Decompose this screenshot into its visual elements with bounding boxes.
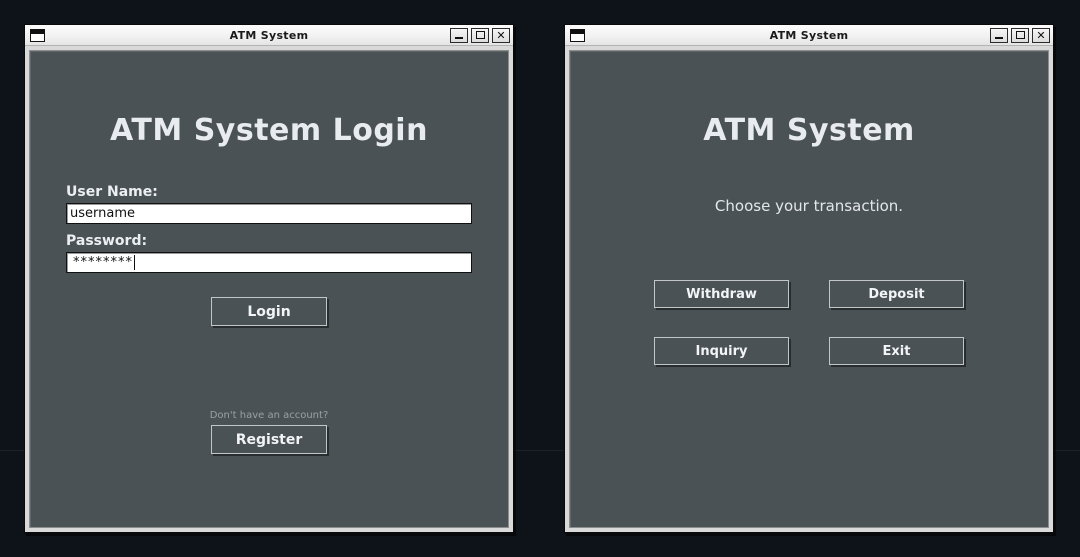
withdraw-button[interactable]: Withdraw: [654, 280, 789, 308]
register-section: Don't have an account? Register: [30, 410, 508, 454]
minimize-button[interactable]: [450, 27, 468, 43]
password-label: Password:: [66, 233, 148, 249]
close-icon: ✕: [496, 28, 506, 42]
inquiry-button[interactable]: Inquiry: [654, 337, 789, 365]
login-window-titlebar[interactable]: ATM System ✕: [25, 25, 513, 46]
minimize-icon: [455, 36, 463, 39]
login-form: User Name: username Password: ********: [30, 184, 508, 273]
login-client-area: ATM System Login User Name: username Pas…: [29, 50, 509, 528]
username-input[interactable]: username: [66, 203, 472, 224]
register-hint: Don't have an account?: [209, 410, 329, 421]
minimize-icon: [995, 36, 1003, 39]
menu-client-area: ATM System Choose your transaction. With…: [569, 50, 1049, 528]
password-value-row: ********: [73, 255, 135, 270]
text-caret: [134, 255, 135, 270]
close-icon: ✕: [1036, 28, 1046, 42]
close-button[interactable]: ✕: [1032, 27, 1050, 43]
login-window-title: ATM System: [229, 28, 309, 42]
login-heading: ATM System Login: [110, 113, 428, 148]
login-window: ATM System ✕ ATM System Login User Name:…: [24, 24, 514, 533]
password-masked-value: ********: [73, 255, 133, 270]
menu-window-title: ATM System: [769, 28, 849, 42]
exit-button[interactable]: Exit: [829, 337, 964, 365]
deposit-button[interactable]: Deposit: [829, 280, 964, 308]
maximize-icon: [1015, 31, 1025, 39]
login-button[interactable]: Login: [211, 297, 327, 326]
menu-heading: ATM System: [703, 113, 915, 148]
maximize-button[interactable]: [1011, 27, 1029, 43]
maximize-button[interactable]: [471, 27, 489, 43]
menu-window: ATM System ✕ ATM System Choose your tran…: [564, 24, 1054, 533]
window-icon: [570, 28, 585, 42]
menu-subtitle: Choose your transaction.: [714, 197, 904, 215]
close-button[interactable]: ✕: [492, 27, 510, 43]
login-window-controls: ✕: [450, 27, 510, 43]
login-button-wrap: Login: [30, 297, 508, 326]
menu-window-titlebar[interactable]: ATM System ✕: [565, 25, 1053, 46]
desktop: ATM System ✕ ATM System Login User Name:…: [0, 0, 1080, 557]
menu-window-controls: ✕: [990, 27, 1050, 43]
username-label: User Name:: [66, 184, 158, 200]
minimize-button[interactable]: [990, 27, 1008, 43]
window-icon: [30, 28, 45, 42]
transaction-button-grid: Withdraw Deposit Inquiry Exit: [570, 280, 1048, 365]
register-button[interactable]: Register: [211, 425, 327, 454]
password-input[interactable]: ********: [66, 252, 472, 273]
maximize-icon: [475, 31, 485, 39]
